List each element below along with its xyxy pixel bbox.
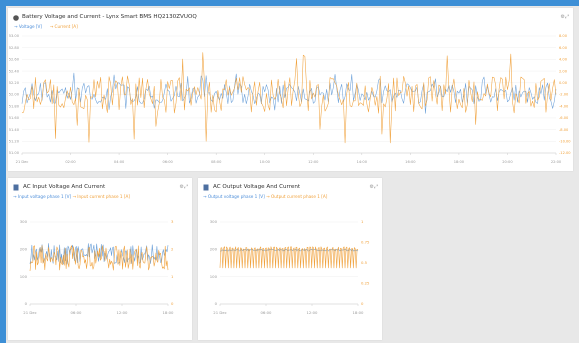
y-right-tick-label: 4.00 [559,58,568,62]
document-icon [13,184,19,191]
y-left-tick-label: 51.80 [9,104,20,108]
y-right-tick-label: 2 [171,247,174,252]
y-right-tick-label: -6.00 [559,116,569,120]
legend-current[interactable]: → Current [A] [50,24,78,29]
battery-chart-card: Battery Voltage and Current - Lynx Smart… [8,8,573,171]
y-left-tick-label: 100 [210,274,218,279]
x-tick-label: 18:00 [353,310,365,315]
record-icon [13,15,19,21]
x-tick-label: 06:00 [71,310,83,315]
y-right-tick-label: 0.25 [361,281,370,286]
x-tick-label: 12:00 [307,310,319,315]
legend-input-voltage[interactable]: → Input voltage phase 1 [V] [13,194,71,199]
ac-input-title: AC Input Voltage And Current [23,184,106,190]
ac-output-chart-card: AC Output Voltage And Current → Output v… [198,178,382,340]
y-left-tick-label: 51.20 [9,140,20,144]
ac-input-legend: → Input voltage phase 1 [V] → Input curr… [13,194,130,199]
x-tick-label: 22:00 [551,160,562,164]
y-right-tick-label: -12.00 [559,151,571,155]
expand-icon[interactable]: ⤢ [374,184,378,190]
ac-input-chart-card: AC Input Voltage And Current → Input vol… [8,178,192,340]
document-icon [203,184,209,191]
y-right-tick-label: 6.00 [559,46,568,50]
x-tick-label: 20:00 [502,160,513,164]
y-left-tick-label: 51.60 [9,116,20,120]
y-left-tick-label: 0 [25,301,28,306]
x-tick-label: 04:00 [114,160,125,164]
ac-input-chart: 300 200 100 0 3 2 1 0 21 Dec 06:00 12:00 18:00 [20,219,175,315]
y-left-tick-label: 52.40 [9,69,20,73]
expand-icon[interactable]: ⤢ [184,184,188,190]
y-right-tick-label: 0 [361,301,364,306]
y-left-tick-label: 52.80 [9,46,20,50]
y-left-tick-label: 200 [20,247,28,252]
y-left-tick-label: 200 [210,247,218,252]
battery-chart-legend: → Voltage [V] → Current [A] [14,24,78,29]
y-right-tick-label: -2.00 [559,93,569,97]
y-left-tick-label: 0 [215,301,218,306]
y-left-tick-label: 300 [210,219,218,224]
y-right-tick-label: 1 [171,274,174,279]
x-tick-label: 12:00 [308,160,319,164]
ac-output-title: AC Output Voltage And Current [213,184,301,190]
y-right-tick-label: 0.00 [559,81,568,85]
dashboard: Battery Voltage and Current - Lynx Smart… [6,6,579,343]
y-left-tick-label: 100 [20,274,28,279]
chart-tools: ⚙⤢ [561,14,570,20]
battery-chart: 53.00 52.80 52.60 52.40 52.20 52.00 51.80 51.60… [9,34,572,164]
x-tick-label: 08:00 [211,160,222,164]
x-tick-label: 16:00 [405,160,416,164]
x-tick-label: 18:00 [163,310,175,315]
chart-tools: ⚙⤢ [180,184,189,190]
y-right-tick-label: -10.00 [559,140,571,144]
expand-icon[interactable]: ⤢ [565,14,569,20]
y-right-tick-label: 1 [361,219,364,224]
y-right-tick-label: -4.00 [559,104,569,108]
x-tick-label: 14:00 [357,160,368,164]
y-right-tick-label: 0 [171,301,174,306]
x-tick-label: 18:00 [454,160,465,164]
y-left-tick-label: 52.60 [9,58,20,62]
y-right-tick-label: 8.00 [559,34,568,38]
ac-output-chart: 300 200 100 0 1 0.75 0.5 0.25 0 21 Dec 06:00 12:00 1… [210,219,370,315]
y-right-tick-label: -8.00 [559,128,569,132]
y-right-tick-label: 2.00 [559,69,568,73]
x-tick-label: 10:00 [260,160,271,164]
legend-output-current[interactable]: → Output current phase 1 [A] [266,194,327,199]
y-left-tick-label: 300 [20,219,28,224]
y-right-tick-label: 0.5 [361,260,368,265]
y-left-tick-label: 52.20 [9,81,20,85]
x-tick-label: 02:00 [65,160,76,164]
x-tick-label: 06:00 [162,160,173,164]
legend-voltage[interactable]: → Voltage [V] [14,24,42,29]
y-left-tick-label: 52.00 [9,93,20,97]
x-tick-label: 21 Dec [23,310,36,315]
y-right-tick-label: 3 [171,219,174,224]
chart-tools: ⚙⤢ [370,184,379,190]
x-tick-label: 06:00 [261,310,273,315]
x-tick-label: 12:00 [117,310,129,315]
ac-output-legend: → Output voltage phase 1 [V] → Output cu… [203,194,327,199]
legend-output-voltage[interactable]: → Output voltage phase 1 [V] [203,194,265,199]
y-left-tick-label: 53.00 [9,34,20,38]
y-left-tick-label: 51.40 [9,128,20,132]
y-right-tick-label: 0.75 [361,240,370,245]
x-tick-label: 21 Dec [16,160,29,164]
battery-chart-title: Battery Voltage and Current - Lynx Smart… [22,14,197,20]
x-tick-label: 21 Dec [213,310,226,315]
legend-input-current[interactable]: → Input current phase 1 [A] [72,194,130,199]
y-left-tick-label: 51.00 [9,151,20,155]
